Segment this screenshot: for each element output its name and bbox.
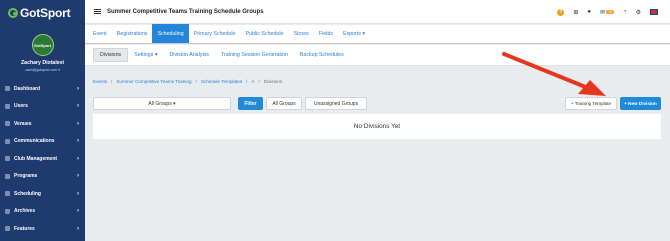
- new-division-button[interactable]: + New Division: [620, 97, 661, 110]
- breadcrumb-schedule-templates[interactable]: Schedule Templates: [201, 79, 242, 84]
- sidebar-item-label: Dashboard: [14, 85, 41, 92]
- tab-divisions[interactable]: Divisions: [93, 48, 129, 62]
- gear-icon[interactable]: ⚙: [636, 9, 641, 16]
- sidebar-item-features[interactable]: Features ›: [0, 220, 85, 238]
- tab-training-session-generation[interactable]: Training Session Generation: [215, 48, 294, 62]
- chevron-right-icon: ›: [77, 173, 79, 180]
- unassigned-groups-button[interactable]: Unassigned Groups: [305, 97, 367, 110]
- programs-icon: [5, 173, 10, 179]
- top-icons: ? ⊞ ● ✉ 10 ◔ ⚙: [557, 0, 658, 24]
- hamburger-menu-icon[interactable]: [94, 8, 101, 16]
- communications-icon: [5, 138, 10, 144]
- chevron-right-icon: ›: [77, 138, 79, 145]
- mail-icon[interactable]: ✉ 10: [600, 9, 614, 16]
- breadcrumb-separator: /: [111, 79, 113, 84]
- club-management-icon: [5, 156, 10, 162]
- sidebar-item-scheduling[interactable]: Scheduling ›: [0, 185, 85, 203]
- venues-icon: [5, 121, 10, 127]
- top-bar: Summer Competitive Teams Training Schedu…: [85, 0, 670, 24]
- chevron-right-icon: ›: [77, 208, 79, 215]
- page-title: Summer Competitive Teams Training Schedu…: [107, 8, 264, 15]
- features-icon: [5, 226, 10, 232]
- sidebar: GotSport GotSport Zachary Diotalevi zach…: [0, 0, 85, 241]
- tab-public-schedule[interactable]: Public Schedule: [241, 24, 289, 43]
- sidebar-item-label: Features: [14, 225, 35, 232]
- help-icon[interactable]: ?: [557, 8, 565, 16]
- empty-state-text: No Divisions Yet: [353, 123, 401, 130]
- all-groups-button[interactable]: All Groups: [266, 97, 302, 110]
- brand-logo[interactable]: GotSport: [0, 0, 85, 26]
- flag-icon[interactable]: [650, 9, 658, 15]
- users-icon: [5, 103, 10, 109]
- breadcrumb-current: Divisions: [263, 79, 283, 84]
- archives-icon: [5, 208, 10, 214]
- tab-division-analysis[interactable]: Division Analysis: [163, 48, 214, 62]
- sidebar-item-dashboard[interactable]: Dashboard ›: [0, 80, 85, 98]
- tab-primary-schedule[interactable]: Primary Schedule: [189, 24, 241, 43]
- chevron-right-icon: ›: [77, 155, 79, 162]
- sidebar-item-archives[interactable]: Archives ›: [0, 203, 85, 221]
- breadcrumb-events[interactable]: Events: [93, 79, 107, 84]
- sidebar-item-communications[interactable]: Communications ›: [0, 133, 85, 151]
- divisions-panel: No Divisions Yet: [93, 114, 661, 139]
- filter-button[interactable]: Filter: [238, 97, 263, 110]
- sidebar-item-label: Venues: [14, 120, 32, 127]
- chevron-right-icon: ›: [77, 85, 79, 92]
- breadcrumb-event[interactable]: Summer Competitive Teams Training: [116, 79, 191, 84]
- chevron-right-icon: ›: [77, 120, 79, 127]
- breadcrumb-separator: /: [246, 79, 248, 84]
- sidebar-item-label: Scheduling: [14, 190, 41, 197]
- breadcrumb-template: A: [251, 79, 255, 84]
- primary-tabs: Event Registrations Scheduling Primary S…: [85, 24, 670, 44]
- chat-icon[interactable]: ◔: [623, 9, 627, 15]
- sidebar-item-label: Users: [14, 103, 28, 110]
- group-select[interactable]: All Groups ▾: [93, 97, 231, 110]
- sidebar-item-users[interactable]: Users ›: [0, 98, 85, 116]
- chevron-right-icon: ›: [77, 103, 79, 110]
- tab-exports[interactable]: Exports ▾: [338, 24, 370, 43]
- dashboard-icon: [5, 86, 10, 92]
- sidebar-item-programs[interactable]: Programs ›: [0, 168, 85, 186]
- chevron-right-icon: ›: [77, 190, 79, 197]
- user-email-dropdown[interactable]: zach@gotsport.com ▾: [0, 68, 85, 72]
- breadcrumb: Events / Summer Competitive Teams Trainin…: [93, 79, 282, 84]
- sidebar-item-label: Programs: [14, 173, 38, 180]
- sidebar-item-label: Archives: [14, 208, 36, 215]
- annotation-arrow-head: [578, 80, 606, 96]
- annotation-arrow-icon: [502, 52, 606, 96]
- scheduling-icon: [5, 191, 10, 197]
- user-name: Zachary Diotalevi: [21, 60, 64, 66]
- tab-event[interactable]: Event: [88, 24, 112, 43]
- chevron-right-icon: ›: [77, 225, 79, 232]
- tab-stores[interactable]: Stores: [289, 24, 314, 43]
- sidebar-item-venues[interactable]: Venues ›: [0, 115, 85, 133]
- brand-name: GotSport: [20, 6, 71, 20]
- user-icon[interactable]: ●: [587, 9, 591, 15]
- sidebar-item-label: Communications: [14, 138, 55, 145]
- notification-badge: 10: [606, 10, 614, 14]
- avatar: GotSport: [31, 34, 54, 56]
- gotsport-logo-icon: [8, 8, 18, 18]
- tab-backup-schedules[interactable]: Backup Schedules: [294, 48, 350, 62]
- sidebar-item-club-management[interactable]: Club Management ›: [0, 150, 85, 168]
- breadcrumb-separator: /: [195, 79, 197, 84]
- tab-settings[interactable]: Settings ▾: [128, 48, 163, 62]
- tab-registrations[interactable]: Registrations: [112, 24, 153, 43]
- sidebar-item-label: Club Management: [14, 155, 58, 162]
- breadcrumb-separator: /: [258, 79, 260, 84]
- tab-scheduling[interactable]: Scheduling: [152, 24, 189, 43]
- user-profile: GotSport Zachary Diotalevi zach@gotsport…: [0, 26, 85, 80]
- annotation-arrow-shaft: [502, 52, 590, 90]
- grid-icon[interactable]: ⊞: [573, 9, 578, 16]
- tab-fields[interactable]: Fields: [314, 24, 338, 43]
